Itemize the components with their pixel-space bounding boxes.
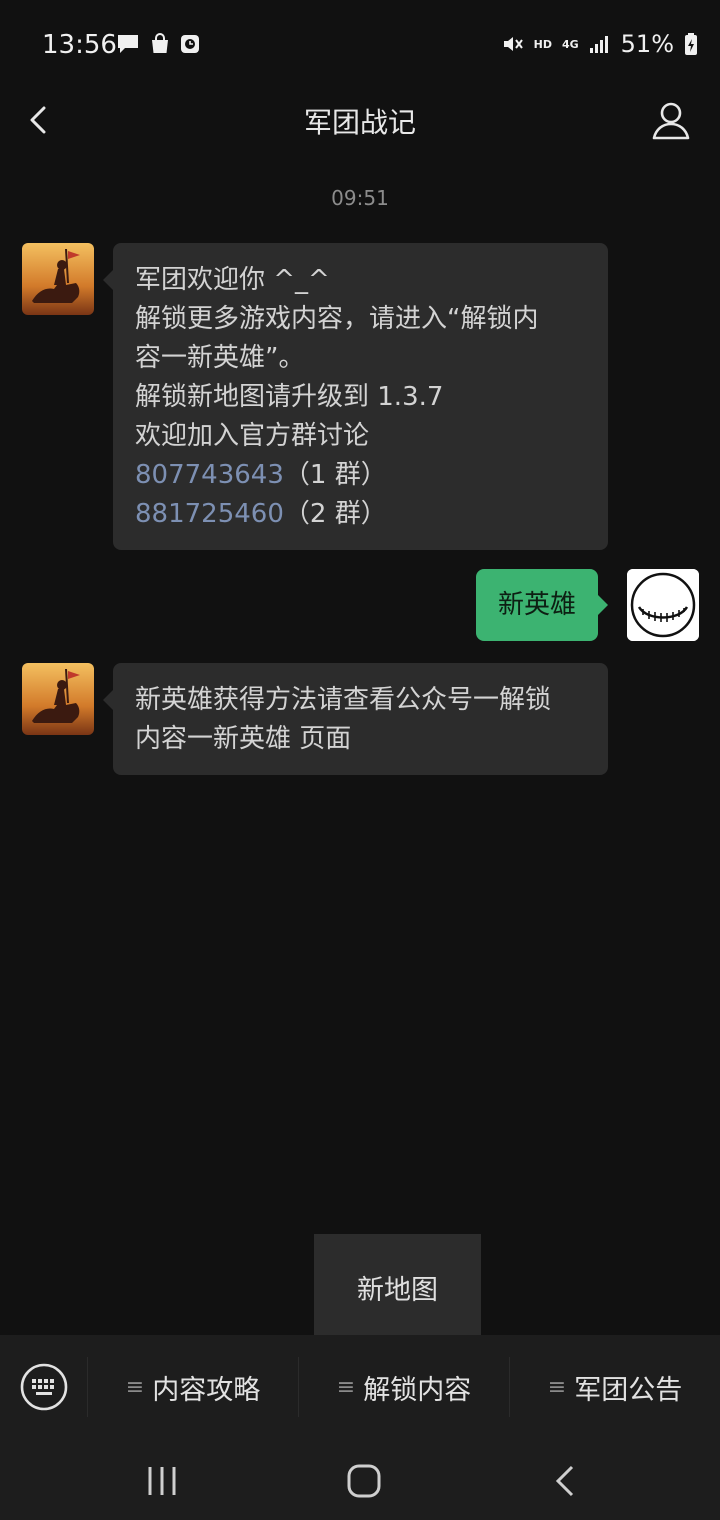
message-text: 欢迎加入官方群讨论 (135, 421, 370, 451)
home-icon[interactable] (344, 1461, 384, 1501)
recent-apps-icon[interactable] (142, 1461, 182, 1501)
message-text: 解锁更多游戏内容，请进入“解锁内 (135, 304, 539, 334)
message-text: 新英雄获得方法请查看公众号一解锁 (135, 685, 552, 715)
message-text: 新英雄 (498, 590, 577, 620)
status-bar: 13:56 HD 4G 51% (0, 0, 720, 92)
group-label: （2 群） (283, 499, 387, 529)
chat-header: 军团战记 (0, 92, 720, 146)
hd-indicator: HD (533, 37, 552, 51)
message-text: 解锁新地图请升级到 1.3.7 (135, 382, 444, 412)
menu-list-icon: ≡ (125, 1374, 145, 1400)
my-avatar[interactable] (627, 569, 699, 641)
menu-list-icon: ≡ (336, 1374, 356, 1400)
battery-charging-icon (685, 33, 697, 55)
menu-tab-content-guide[interactable]: ≡ 内容攻略 (88, 1335, 298, 1439)
group-link-line: 807743643（1 群） (135, 456, 586, 495)
message-text: 容一新英雄”。 (135, 343, 305, 373)
menu-tab-label: 解锁内容 (363, 1374, 472, 1406)
system-back-icon[interactable] (546, 1461, 586, 1501)
menu-tab-label: 军团公告 (574, 1374, 683, 1406)
bottom-menu-bar: ≡ 内容攻略 ≡ 解锁内容 ≡ 军团公告 (0, 1335, 720, 1439)
message-timestamp: 09:51 (331, 186, 389, 210)
chat-icon (118, 35, 138, 53)
group-link-line: 881725460（2 群） (135, 495, 586, 534)
menu-tab-label: 内容攻略 (152, 1374, 261, 1406)
group-label: （1 群） (283, 460, 387, 490)
signal-icon (589, 36, 608, 53)
official-account-avatar[interactable] (22, 243, 94, 315)
chat-title: 军团战记 (303, 106, 416, 139)
incoming-message-bubble[interactable]: 军团欢迎你 ^_^ 解锁更多游戏内容，请进入“解锁内 容一新英雄”。 解锁新地图… (103, 243, 608, 550)
menu-tab-unlock-content[interactable]: ≡ 解锁内容 (299, 1335, 509, 1439)
mute-icon (503, 37, 523, 51)
submenu-item-new-map[interactable]: 新地图 (314, 1268, 481, 1307)
system-status-icons: HD 4G 51% (502, 30, 698, 58)
menu-list-icon: ≡ (547, 1374, 567, 1400)
menu-tab-legion-announcement[interactable]: ≡ 军团公告 (510, 1335, 720, 1439)
message-text: 内容一新英雄 页面 (135, 724, 352, 754)
message-text: 军团欢迎你 ^_^ (135, 265, 330, 295)
keyboard-icon[interactable] (19, 1362, 69, 1412)
incoming-message-bubble[interactable]: 新英雄获得方法请查看公众号一解锁 内容一新英雄 页面 (103, 663, 608, 775)
shopping-bag-icon (152, 33, 168, 53)
profile-icon[interactable] (648, 98, 694, 144)
notification-icons (116, 33, 200, 55)
group-number-link[interactable]: 807743643 (135, 460, 284, 490)
status-time: 13:56 (42, 30, 117, 60)
group-number-link[interactable]: 881725460 (135, 499, 284, 529)
clock-app-icon (181, 35, 199, 53)
official-account-avatar[interactable] (22, 663, 94, 735)
outgoing-message-bubble[interactable]: 新英雄 (476, 569, 609, 641)
submenu-popup: 新地图 (314, 1234, 481, 1335)
network-type: 4G (561, 37, 579, 51)
battery-percentage: 51% (620, 30, 674, 58)
system-navigation-bar (0, 1439, 720, 1520)
